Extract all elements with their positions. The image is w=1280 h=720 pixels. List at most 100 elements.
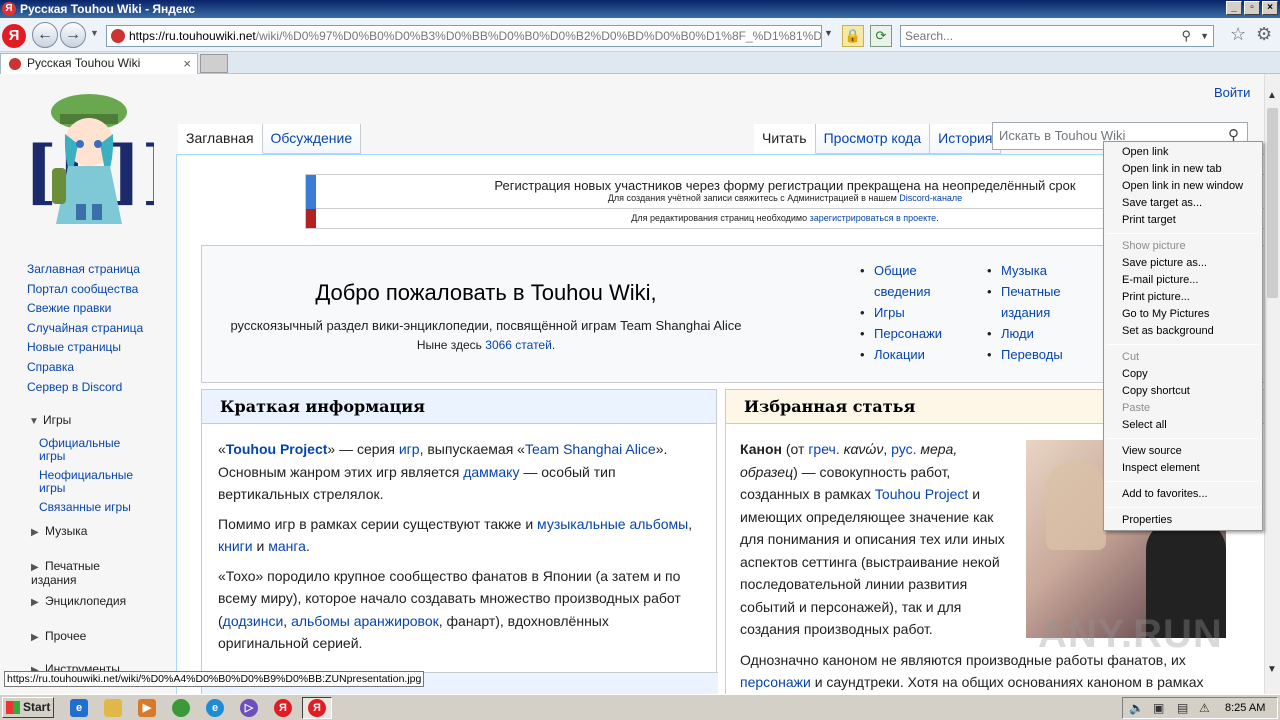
menu-view-source[interactable]: View source bbox=[1122, 443, 1182, 460]
sidebar-item-related-games[interactable]: Связанные игры bbox=[39, 500, 131, 514]
tab-discussion[interactable]: Обсуждение bbox=[262, 124, 362, 154]
close-tab-icon[interactable]: × bbox=[183, 54, 191, 73]
sidebar-section-encyclopedia[interactable]: ▶ Энциклопедия bbox=[31, 594, 126, 608]
tab-main-page[interactable]: Заглавная bbox=[178, 124, 263, 154]
article-count-link[interactable]: 3066 статей bbox=[485, 338, 552, 352]
menu-properties[interactable]: Properties bbox=[1122, 512, 1172, 529]
touhou-project-featured-link[interactable]: Touhou Project bbox=[875, 486, 968, 502]
minimize-button[interactable]: _ bbox=[1226, 1, 1242, 15]
sidebar-item-discord[interactable]: Сервер в Discord bbox=[27, 380, 122, 394]
window-title: Русская Touhou Wiki - Яндекс bbox=[20, 2, 196, 16]
address-dropdown-icon[interactable]: ▼ bbox=[824, 28, 833, 38]
menu-save-picture-as[interactable]: Save picture as... bbox=[1122, 255, 1207, 272]
vpn-icon[interactable]: ▷ bbox=[240, 699, 258, 717]
portal-link-music[interactable]: Музыка bbox=[1001, 263, 1047, 278]
doujinshi-link[interactable]: додзинси bbox=[223, 613, 284, 629]
discord-channel-link[interactable]: Discord-канале bbox=[899, 193, 962, 203]
menu-copy[interactable]: Copy bbox=[1122, 366, 1148, 383]
new-tab-button[interactable] bbox=[200, 54, 228, 73]
music-albums-link[interactable]: музыкальные альбомы bbox=[537, 516, 688, 532]
menu-go-to-my-pictures[interactable]: Go to My Pictures bbox=[1122, 306, 1209, 323]
portal-link-games[interactable]: Игры bbox=[874, 305, 905, 320]
portal-link-general[interactable]: Общие сведения bbox=[874, 263, 931, 299]
search-dropdown-icon[interactable]: ▼ bbox=[1200, 26, 1209, 46]
gear-icon[interactable]: ⚙ bbox=[1256, 24, 1272, 45]
sidebar-item-recent-changes[interactable]: Свежие правки bbox=[27, 301, 111, 315]
folder-icon[interactable] bbox=[104, 699, 122, 717]
start-button[interactable]: Start bbox=[2, 697, 54, 718]
portal-link-locations[interactable]: Локации bbox=[874, 347, 925, 362]
menu-copy-shortcut[interactable]: Copy shortcut bbox=[1122, 383, 1190, 400]
sidebar-item-official-games[interactable]: Официальные игры bbox=[39, 436, 120, 463]
menu-print-target[interactable]: Print target bbox=[1122, 212, 1176, 229]
address-bar[interactable]: https://ru.touhouwiki.net/wiki/%D0%97%D0… bbox=[106, 25, 822, 47]
menu-select-all[interactable]: Select all bbox=[1122, 417, 1167, 434]
refresh-icon[interactable]: ⟳ bbox=[870, 25, 892, 47]
menu-open-link-new-window[interactable]: Open link in new window bbox=[1122, 178, 1243, 195]
menu-email-picture[interactable]: E-mail picture... bbox=[1122, 272, 1198, 289]
books-link[interactable]: книги bbox=[218, 538, 253, 554]
maximize-button[interactable]: ▫ bbox=[1244, 1, 1260, 15]
touhou-wiki-logo[interactable]: [[ ]] bbox=[24, 84, 154, 234]
sidebar-item-community-portal[interactable]: Портал сообщества bbox=[27, 282, 138, 296]
login-link[interactable]: Войти bbox=[1214, 85, 1250, 100]
greek-link[interactable]: греч. bbox=[808, 441, 839, 457]
warning-icon[interactable]: ⚠ bbox=[1199, 701, 1210, 715]
chrome-icon[interactable] bbox=[172, 699, 190, 717]
page-scrollbar[interactable]: ▲ ▼ bbox=[1264, 74, 1280, 694]
close-window-button[interactable]: × bbox=[1262, 1, 1278, 15]
forward-button[interactable]: → bbox=[60, 22, 86, 48]
edge-icon[interactable]: e bbox=[206, 699, 224, 717]
network-icon[interactable]: ▣ bbox=[1153, 701, 1164, 715]
manga-link[interactable]: манга bbox=[268, 538, 306, 554]
menu-print-picture[interactable]: Print picture... bbox=[1122, 289, 1190, 306]
danmaku-link[interactable]: даммаку bbox=[463, 464, 519, 480]
ie-icon[interactable]: e bbox=[70, 699, 88, 717]
tab-history[interactable]: История bbox=[930, 124, 1002, 154]
sidebar-item-random-page[interactable]: Случайная страница bbox=[27, 321, 143, 335]
tab-touhou-wiki[interactable]: Русская Touhou Wiki × bbox=[0, 53, 198, 74]
sidebar-item-main-page[interactable]: Заглавная страница bbox=[27, 262, 140, 276]
portal-link-print[interactable]: Печатные издания bbox=[1001, 284, 1061, 320]
portal-link-characters[interactable]: Персонажи bbox=[874, 326, 942, 341]
sidebar-item-new-pages[interactable]: Новые страницы bbox=[27, 340, 121, 354]
menu-set-as-background[interactable]: Set as background bbox=[1122, 323, 1214, 340]
scroll-up-icon[interactable]: ▲ bbox=[1267, 90, 1277, 101]
tab-read[interactable]: Читать bbox=[754, 124, 816, 154]
tab-view-source[interactable]: Просмотр кода bbox=[815, 124, 931, 154]
yandex-taskbar-icon[interactable]: Я bbox=[274, 699, 292, 717]
search-icon[interactable]: ⚲ bbox=[1181, 26, 1191, 46]
browser-search-input[interactable]: Search... ⚲ ▼ bbox=[900, 25, 1214, 47]
history-dropdown-icon[interactable]: ▼ bbox=[90, 28, 99, 38]
russian-link[interactable]: рус. bbox=[891, 441, 916, 457]
security-icon[interactable]: ▤ bbox=[1177, 701, 1188, 715]
characters-link[interactable]: персонажи bbox=[740, 674, 811, 690]
portal-link-translations[interactable]: Переводы bbox=[1001, 347, 1063, 362]
volume-icon[interactable]: 🔈 bbox=[1129, 701, 1144, 715]
scrollbar-thumb[interactable] bbox=[1267, 108, 1278, 298]
favorites-star-icon[interactable]: ☆ bbox=[1230, 24, 1246, 45]
sidebar-item-help[interactable]: Справка bbox=[27, 360, 74, 374]
menu-open-link[interactable]: Open link bbox=[1122, 144, 1168, 161]
yandex-logo-icon[interactable]: Я bbox=[2, 24, 26, 48]
media-player-icon[interactable]: ▶ bbox=[138, 699, 156, 717]
sidebar-section-other[interactable]: ▶ Прочее bbox=[31, 629, 86, 643]
team-shanghai-alice-link[interactable]: Team Shanghai Alice bbox=[525, 441, 656, 457]
active-window-button[interactable]: Я bbox=[302, 697, 332, 719]
sidebar-item-unofficial-games[interactable]: Неофициальные игры bbox=[39, 468, 133, 495]
menu-inspect-element[interactable]: Inspect element bbox=[1122, 460, 1200, 477]
lock-icon[interactable]: 🔒 bbox=[842, 25, 864, 47]
portal-link-people[interactable]: Люди bbox=[1001, 326, 1034, 341]
sidebar-section-music[interactable]: ▶ Музыка bbox=[31, 524, 87, 538]
back-button[interactable]: ← bbox=[32, 22, 58, 48]
sidebar-section-games[interactable]: ▼ Игры bbox=[29, 413, 71, 427]
scroll-down-icon[interactable]: ▼ bbox=[1267, 664, 1277, 675]
touhou-project-link[interactable]: Touhou Project bbox=[226, 441, 328, 457]
menu-add-to-favorites[interactable]: Add to favorites... bbox=[1122, 486, 1208, 503]
register-link[interactable]: зарегистрироваться в проекте bbox=[810, 213, 937, 223]
menu-save-target-as[interactable]: Save target as... bbox=[1122, 195, 1202, 212]
menu-open-link-new-tab[interactable]: Open link in new tab bbox=[1122, 161, 1222, 178]
sidebar-section-print[interactable]: ▶ Печатные издания bbox=[31, 559, 143, 587]
arrange-albums-link[interactable]: альбомы аранжировок bbox=[291, 613, 439, 629]
games-link[interactable]: игр bbox=[399, 441, 420, 457]
